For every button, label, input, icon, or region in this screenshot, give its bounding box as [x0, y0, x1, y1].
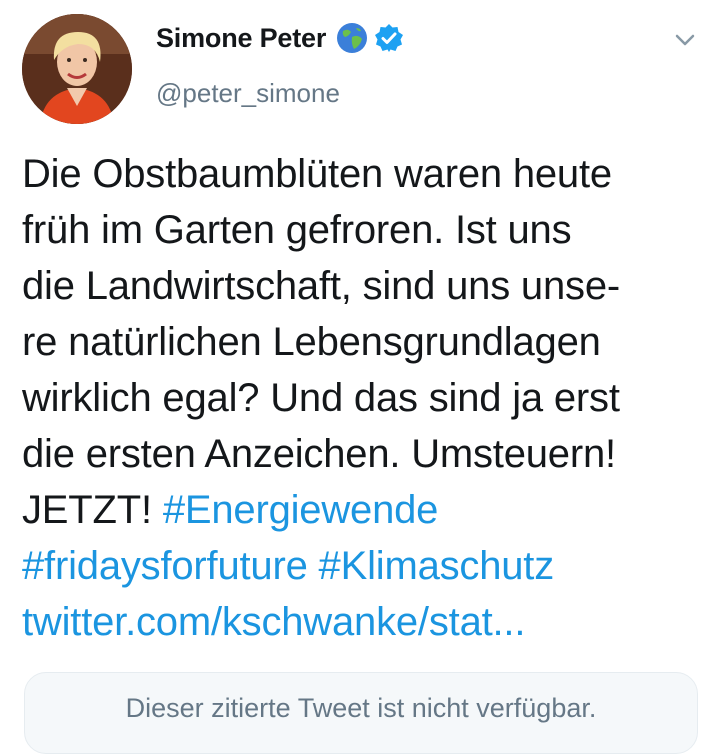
tweet-text-line: JETZT! #Energiewende [22, 482, 712, 538]
avatar-portrait [22, 14, 132, 124]
tweet-card: Simone Peter @peter_simone Die Obstbaumb… [0, 0, 720, 754]
avatar[interactable] [22, 14, 132, 124]
verified-badge-icon [374, 23, 404, 53]
globe-emoji-icon [336, 22, 368, 54]
quoted-tweet-unavailable-text: Dieser zitierte Tweet ist nicht verfügba… [125, 693, 597, 723]
tweet-text-line: die ersten Anzeichen. Umsteuern! [22, 432, 616, 476]
chevron-down-icon[interactable] [672, 30, 698, 50]
tweet-text-line: #fridaysforfuture #Klimaschutz [22, 538, 712, 594]
tweet-text-line: die Landwirtschaft, sind uns unse- [22, 264, 620, 308]
hashtag-link-fridaysforfuture[interactable]: #fridaysforfuture [22, 544, 308, 588]
tweet-text: Die Obstbaumblüten waren heute früh im G… [22, 146, 712, 650]
tweet-url-link[interactable]: twitter.com/kschwanke/stat... [22, 594, 712, 650]
hashtag-link-klimaschutz[interactable]: #Klimaschutz [319, 544, 555, 588]
tweet-text-line: Die Obstbaumblüten waren heute [22, 152, 612, 196]
hashtag-link-energiewende[interactable]: #Energiewende [163, 488, 439, 532]
author-row: Simone Peter [156, 22, 404, 54]
author-name[interactable]: Simone Peter [156, 23, 326, 54]
tweet-text-line: früh im Garten gefroren. Ist uns [22, 208, 572, 252]
author-handle[interactable]: @peter_simone [156, 78, 340, 109]
tweet-text-line: re natürlichen Lebensgrundlagen [22, 320, 601, 364]
tweet-text-jetzt: JETZT! [22, 488, 152, 532]
quoted-tweet-card[interactable]: Dieser zitierte Tweet ist nicht verfügba… [24, 672, 698, 754]
tweet-text-line: wirklich egal? Und das sind ja erst [22, 376, 620, 420]
